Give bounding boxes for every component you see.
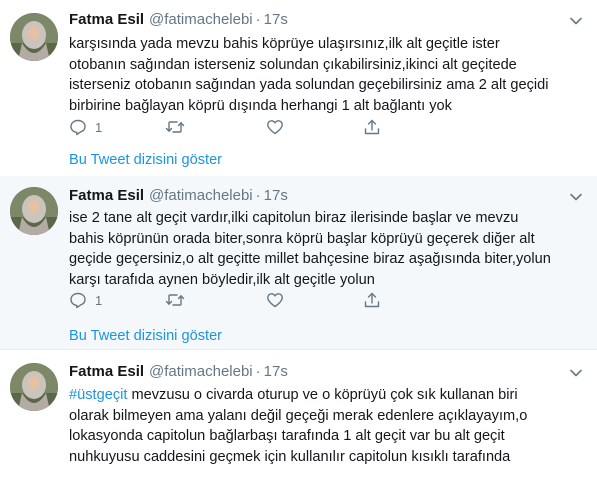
tweet[interactable]: Fatma Esil @fatimachelebi · 17s ise 2 ta… xyxy=(0,176,597,350)
tweet-text-line: karşı tarafıda aynen böyledir,ilk alt ge… xyxy=(69,271,375,288)
tweet-header: Fatma Esil @fatimachelebi · 17s xyxy=(69,11,288,31)
tweet-text-line: olarak bilmeyen ama yalanı değil geçeği … xyxy=(69,407,528,424)
separator-dot: · xyxy=(255,363,261,380)
share-icon xyxy=(364,292,380,308)
share-button[interactable] xyxy=(363,290,381,310)
author-handle[interactable]: @fatimachelebi xyxy=(149,11,253,28)
reply-count: 1 xyxy=(95,119,103,135)
author-handle[interactable]: @fatimachelebi xyxy=(149,187,253,204)
tweet-text-line: nuhkuyusu caddesini geçmek için kullanıl… xyxy=(69,448,511,465)
chevron-down-icon[interactable] xyxy=(569,14,583,28)
reply-icon xyxy=(70,292,86,309)
show-thread-link[interactable]: Bu Tweet dizisini göster xyxy=(69,328,222,344)
tweet-text-line: isterseniz otobanın sağından yada solund… xyxy=(69,77,549,94)
tweet-text-line: ise 2 tane alt geçit vardır,ilki capitol… xyxy=(69,210,519,226)
avatar[interactable] xyxy=(10,363,58,411)
avatar[interactable] xyxy=(10,187,58,235)
tweet-header: Fatma Esil @fatimachelebi · 17s xyxy=(69,363,288,383)
tweet[interactable]: Fatma Esil @fatimachelebi · 17s #üstgeçi… xyxy=(0,350,597,485)
heart-icon xyxy=(267,120,283,135)
tweet-actions: 1 xyxy=(69,290,399,310)
tweet-text-line: geçide geçersiniz,o alt geçitte millet b… xyxy=(69,251,551,268)
timestamp[interactable]: 17s xyxy=(264,187,288,204)
like-button[interactable] xyxy=(266,290,284,310)
show-thread-link[interactable]: Bu Tweet dizisini göster xyxy=(69,152,222,168)
timestamp[interactable]: 17s xyxy=(264,363,288,380)
reply-button[interactable]: 1 xyxy=(69,290,102,310)
heart-icon xyxy=(267,293,283,308)
author-name[interactable]: Fatma Esil xyxy=(69,11,144,28)
retweet-icon xyxy=(165,294,185,306)
reply-button[interactable]: 1 xyxy=(69,117,102,137)
reply-icon xyxy=(70,119,86,136)
reply-count: 1 xyxy=(95,292,103,308)
tweet-text-line: otobanın sağından isterseniz solundan çı… xyxy=(69,56,517,73)
share-button[interactable] xyxy=(363,117,381,137)
share-icon xyxy=(364,119,380,135)
retweet-button[interactable] xyxy=(165,117,185,137)
author-name[interactable]: Fatma Esil xyxy=(69,363,144,380)
tweet-text-line: karşısında yada mevzu bahis köprüye ulaş… xyxy=(69,36,500,52)
like-button[interactable] xyxy=(266,117,284,137)
chevron-down-icon[interactable] xyxy=(569,366,583,380)
separator-dot: · xyxy=(255,11,261,28)
retweet-icon xyxy=(165,121,185,133)
author-name[interactable]: Fatma Esil xyxy=(69,187,144,204)
tweet-text-line: bahis köprünün orada biter,sonra köprü b… xyxy=(69,230,535,247)
tweet-header: Fatma Esil @fatimachelebi · 17s xyxy=(69,187,288,207)
tweet-text: ise 2 tane alt geçit vardır,ilki capitol… xyxy=(69,208,574,290)
tweet-text-segment: mevzusu o civarda oturup ve o köprüyü ço… xyxy=(127,387,518,403)
tweet-text-line: birbirine bağlayan köprü dışında herhang… xyxy=(69,97,452,114)
avatar[interactable] xyxy=(10,13,58,61)
tweet-text: #üstgeçit mevzusu o civarda oturup ve o … xyxy=(69,385,574,467)
tweet-text: karşısında yada mevzu bahis köprüye ulaş… xyxy=(69,34,574,116)
author-handle[interactable]: @fatimachelebi xyxy=(149,363,253,380)
tweet-text-line: lokasyonda capitolun bağlarbaşı tarafınd… xyxy=(69,428,505,445)
separator-dot: · xyxy=(255,187,261,204)
tweet-actions: 1 xyxy=(69,117,399,137)
tweet-text-line: #üstgeçit mevzusu o civarda oturup ve o … xyxy=(69,385,574,406)
retweet-button[interactable] xyxy=(165,290,185,310)
hashtag-link[interactable]: #üstgeçit xyxy=(69,387,127,403)
chevron-down-icon[interactable] xyxy=(569,190,583,204)
timestamp[interactable]: 17s xyxy=(264,11,288,28)
tweet[interactable]: Fatma Esil @fatimachelebi · 17s karşısın… xyxy=(0,0,597,180)
